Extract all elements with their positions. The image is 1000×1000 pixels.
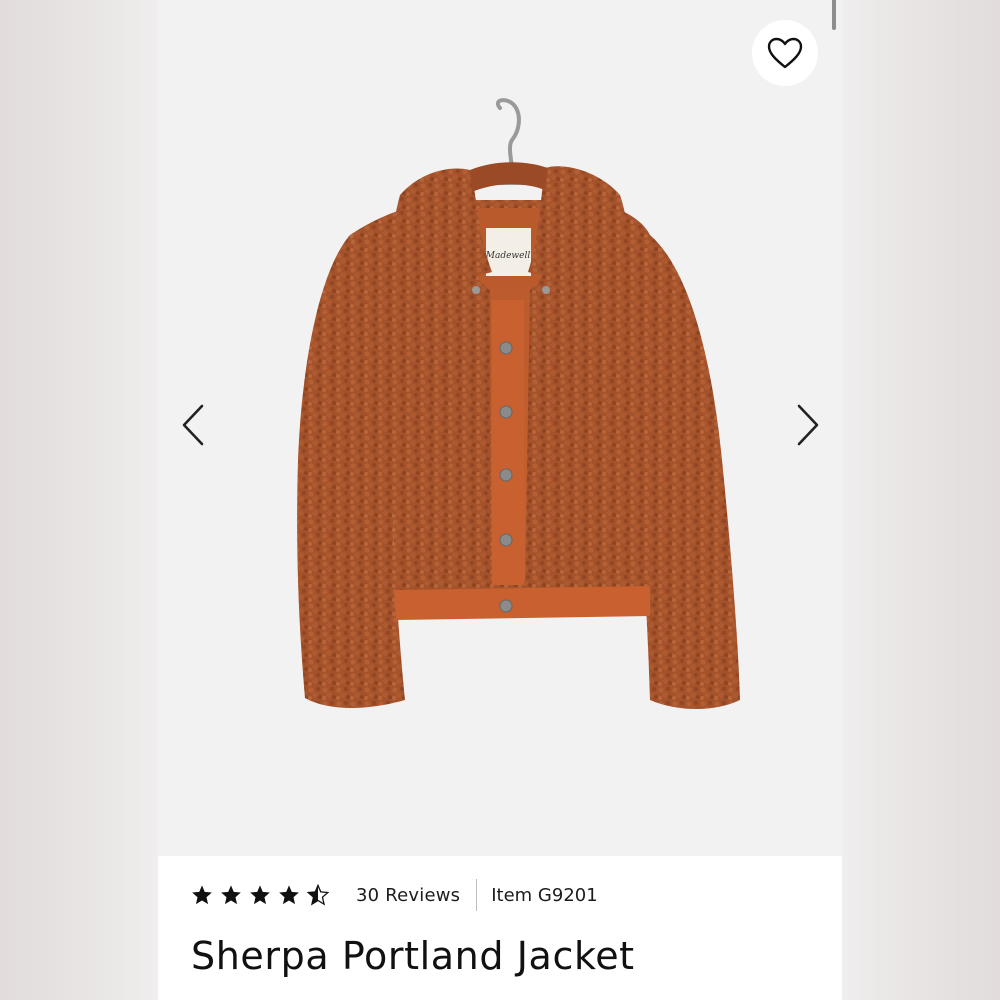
- divider: [476, 879, 478, 911]
- product-info-panel: 30 Reviews Item G9201 Sherpa Portland Ja…: [158, 856, 842, 1000]
- rating-stars[interactable]: [191, 884, 336, 906]
- heart-icon: [767, 37, 803, 69]
- scroll-indicator[interactable]: [832, 0, 836, 30]
- rating-row: 30 Reviews Item G9201: [191, 878, 598, 912]
- reviews-link[interactable]: 30 Reviews: [356, 885, 460, 906]
- hem-band: [394, 586, 650, 620]
- product-title: Sherpa Portland Jacket: [191, 934, 635, 978]
- brand-label-text: Madewell: [485, 251, 531, 261]
- favorite-button[interactable]: [752, 20, 818, 86]
- item-code: Item G9201: [491, 884, 598, 906]
- star-icon: [191, 884, 213, 906]
- star-icon: [220, 884, 242, 906]
- star-icon: [278, 884, 300, 906]
- half-star-icon: [307, 884, 329, 906]
- product-image[interactable]: Madewell: [158, 90, 842, 750]
- star-icon: [249, 884, 271, 906]
